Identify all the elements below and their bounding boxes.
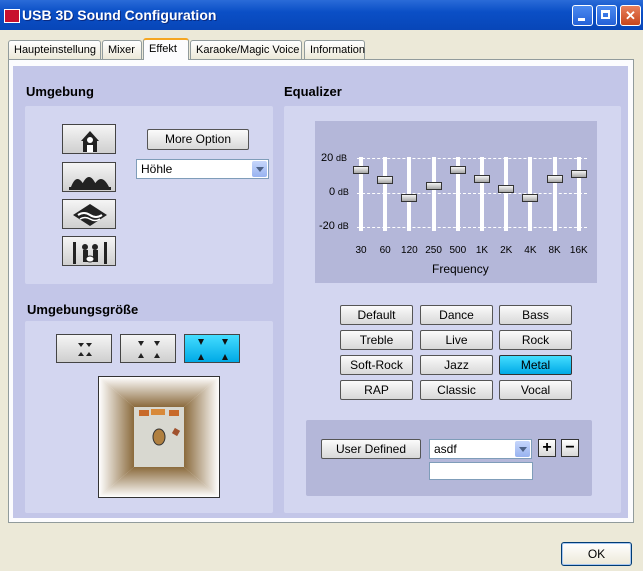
db-value-plus20: 20 xyxy=(321,152,334,164)
db-label-minus20: -20 dB xyxy=(319,220,349,232)
eq-slider-track[interactable] xyxy=(383,157,388,231)
eq-slider-track[interactable] xyxy=(504,157,509,231)
preset-rock-button[interactable]: Rock xyxy=(499,330,572,350)
chevron-down-icon[interactable] xyxy=(515,441,530,457)
opera-house-icon xyxy=(69,177,111,190)
tab-effekt[interactable]: Effekt xyxy=(143,38,189,60)
eq-frequency-label: 1K xyxy=(475,245,489,256)
db-unit: dB xyxy=(337,187,349,197)
user-preset-select-value: asdf xyxy=(434,442,457,456)
minimize-button[interactable] xyxy=(572,5,593,26)
ok-button[interactable]: OK xyxy=(561,542,632,566)
db-value-zero: 0 xyxy=(329,186,336,198)
tab-information[interactable]: Information xyxy=(304,40,365,59)
small-room-icon xyxy=(78,343,92,356)
db-label-plus20: 20 dB xyxy=(321,152,347,164)
close-icon: ✕ xyxy=(625,8,636,23)
environment-opera-button[interactable] xyxy=(62,162,116,192)
room-perspective-image xyxy=(99,377,219,497)
remove-preset-button[interactable]: − xyxy=(561,439,579,457)
effect-panel-inner: Umgebung More Option Höhle Umgebungsgröß… xyxy=(13,66,628,518)
environment-heading: Umgebung xyxy=(26,84,94,99)
eq-slider-track[interactable] xyxy=(431,157,436,231)
eq-slider-thumb[interactable] xyxy=(353,166,369,175)
room-preview xyxy=(98,376,220,498)
large-room-icon xyxy=(198,339,228,360)
eq-slider-thumb[interactable] xyxy=(546,174,563,183)
eq-slider-thumb[interactable] xyxy=(377,176,394,185)
environment-select[interactable]: Höhle xyxy=(136,159,269,179)
eq-slider-thumb[interactable] xyxy=(449,166,466,175)
eq-frequency-label: 250 xyxy=(425,245,442,256)
tab-mixer[interactable]: Mixer xyxy=(102,40,142,59)
eq-frequency-label: 500 xyxy=(449,245,467,256)
maximize-button[interactable] xyxy=(596,5,617,26)
preset-vocal-button[interactable]: Vocal xyxy=(499,380,572,400)
maximize-icon xyxy=(597,6,616,25)
eq-slider-thumb[interactable] xyxy=(425,181,442,190)
underwater-icon xyxy=(73,204,107,226)
eq-slider-thumb[interactable] xyxy=(522,193,539,202)
preset-live-button[interactable]: Live xyxy=(420,330,493,350)
close-button[interactable]: ✕ xyxy=(620,5,641,26)
db-unit: dB xyxy=(336,153,348,163)
eq-slider-thumb[interactable] xyxy=(498,185,515,194)
tab-haupteinstellung[interactable]: Haupteinstellung xyxy=(8,40,101,59)
equalizer-graph: 20 dB 0 dB -20 dB 30 60 120 250 500 1K 2K 4K 8K 1… xyxy=(315,121,597,283)
eq-frequency-label: 2K xyxy=(500,245,513,256)
eq-frequency-label: 30 xyxy=(355,245,367,256)
db-value-minus20: -20 xyxy=(319,220,335,232)
user-preset-select[interactable]: asdf xyxy=(429,439,532,459)
environment-shower-button[interactable] xyxy=(62,124,116,154)
preset-bass-button[interactable]: Bass xyxy=(499,305,572,325)
environment-size-heading: Umgebungsgröße xyxy=(27,302,139,317)
eq-slider-thumb[interactable] xyxy=(570,169,587,178)
eq-frequency-label: 8K xyxy=(548,245,561,256)
environment-underwater-button[interactable] xyxy=(62,199,116,229)
preset-name-input[interactable] xyxy=(429,462,533,480)
preset-jazz-button[interactable]: Jazz xyxy=(420,355,493,375)
eq-slider-track[interactable] xyxy=(576,157,581,231)
preset-default-button[interactable]: Default xyxy=(340,305,413,325)
db-unit: dB xyxy=(337,221,349,231)
environment-concert-button[interactable] xyxy=(62,236,116,266)
eq-slider-track[interactable] xyxy=(480,157,484,231)
minimize-icon xyxy=(573,6,592,25)
eq-frequency-label: 60 xyxy=(379,245,391,256)
eq-slider-thumb[interactable] xyxy=(401,193,418,202)
size-small-button[interactable] xyxy=(56,334,112,363)
preset-soft-rock-button[interactable]: Soft-Rock xyxy=(340,355,413,375)
title-bar[interactable]: USB 3D Sound Configuration ✕ xyxy=(0,0,643,30)
environment-select-value: Höhle xyxy=(141,162,173,176)
shower-room-icon xyxy=(81,131,99,152)
preset-treble-button[interactable]: Treble xyxy=(340,330,413,350)
eq-slider-thumb[interactable] xyxy=(474,174,490,183)
preset-dance-button[interactable]: Dance xyxy=(420,305,493,325)
equalizer-heading: Equalizer xyxy=(284,84,342,99)
medium-room-icon xyxy=(138,341,160,358)
frequency-axis-label: Frequency xyxy=(432,262,489,276)
effect-panel: Umgebung More Option Höhle Umgebungsgröß… xyxy=(8,59,634,523)
eq-slider-track[interactable] xyxy=(552,157,557,231)
preset-metal-button[interactable]: Metal xyxy=(499,355,572,375)
eq-frequency-label: 120 xyxy=(401,245,418,256)
tab-karaoke-magic-voice[interactable]: Karaoke/Magic Voice xyxy=(190,40,302,59)
concert-icon xyxy=(73,242,107,264)
window-title: USB 3D Sound Configuration xyxy=(22,7,217,23)
size-large-button[interactable] xyxy=(184,334,240,363)
eq-frequency-label: 16K xyxy=(569,245,588,256)
db-label-zero: 0 dB xyxy=(329,186,349,198)
size-medium-button[interactable] xyxy=(120,334,176,363)
add-preset-button[interactable]: + xyxy=(538,439,556,457)
preset-rap-button[interactable]: RAP xyxy=(340,380,413,400)
more-option-button[interactable]: More Option xyxy=(147,129,249,150)
user-defined-button[interactable]: User Defined xyxy=(321,439,421,459)
eq-frequency-label: 4K xyxy=(524,245,537,256)
app-icon xyxy=(4,9,20,23)
chevron-down-icon[interactable] xyxy=(252,161,267,177)
preset-classic-button[interactable]: Classic xyxy=(420,380,493,400)
